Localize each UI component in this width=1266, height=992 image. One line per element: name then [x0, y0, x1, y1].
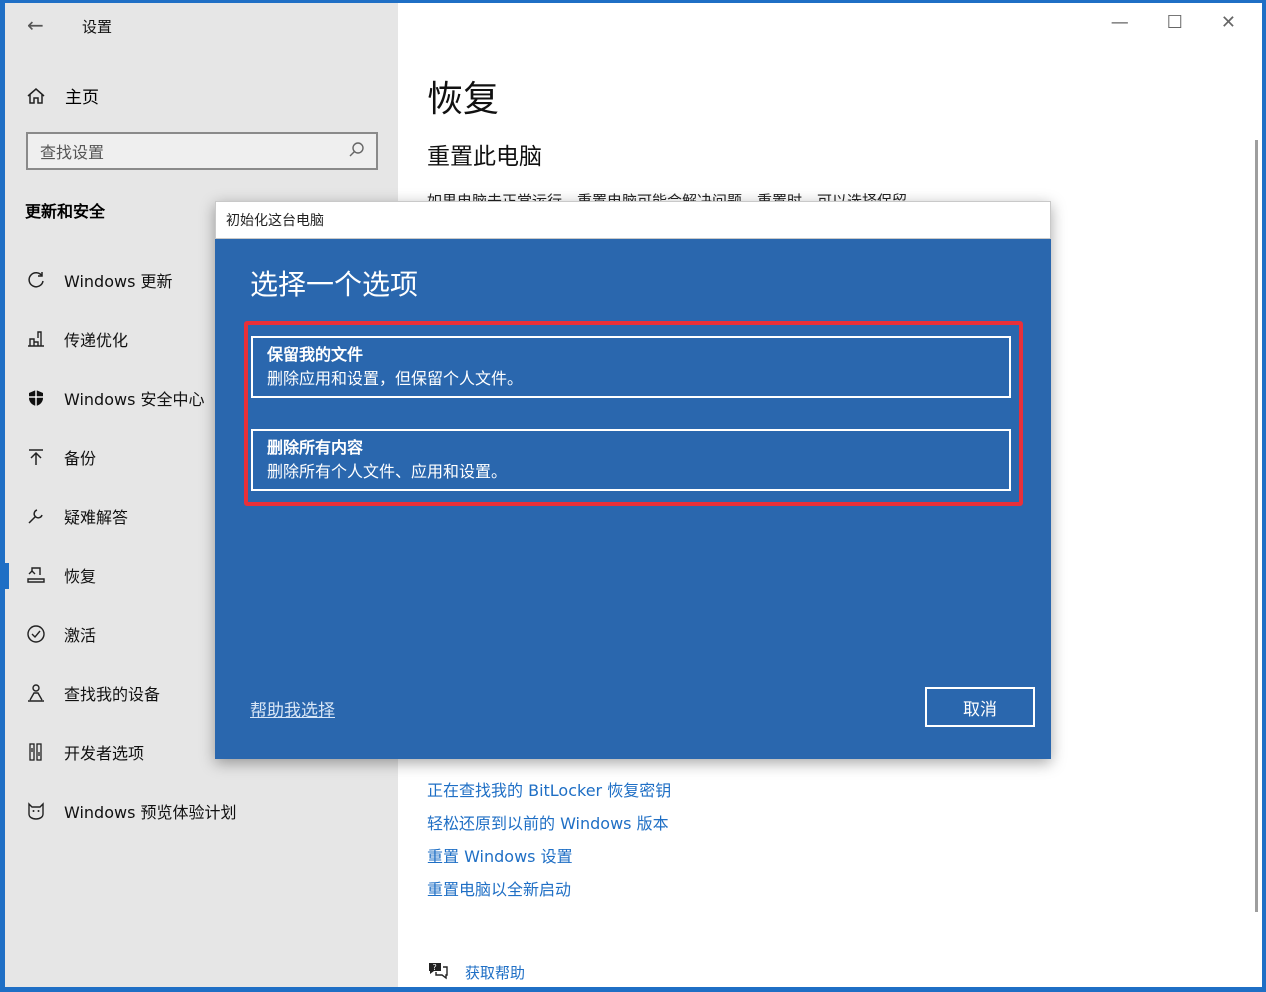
shield-icon [25, 387, 47, 409]
sidebar-item-label: 传递优化 [64, 331, 129, 350]
dialog-title: 初始化这台电脑 [226, 213, 324, 229]
sidebar-item-windows-insider[interactable]: Windows 预览体验计划 [5, 791, 395, 831]
sidebar-item-label: 恢复 [64, 567, 97, 586]
help-chat-icon: ? [427, 960, 449, 984]
refresh-icon [25, 269, 47, 291]
related-links: 正在查找我的 BitLocker 恢复密钥 轻松还原到以前的 Windows 版… [427, 779, 671, 911]
back-arrow-icon[interactable]: ← [27, 13, 44, 37]
close-button[interactable]: ✕ [1221, 12, 1236, 33]
sidebar-item-label: Windows 安全中心 [64, 390, 205, 409]
sidebar-item-label: 开发者选项 [64, 744, 145, 763]
sidebar-item-label: 备份 [64, 449, 97, 468]
sidebar-item-label: 激活 [64, 626, 97, 645]
option-keep-my-files[interactable]: 保留我的文件 删除应用和设置，但保留个人文件。 [251, 336, 1011, 398]
section-heading: 重置此电脑 [427, 144, 542, 170]
link-bitlocker-key[interactable]: 正在查找我的 BitLocker 恢复密钥 [427, 779, 671, 812]
check-circle-icon [25, 623, 47, 645]
developer-icon [25, 741, 47, 763]
sidebar-item-label: 疑难解答 [64, 508, 129, 527]
search-input[interactable]: 查找设置 [26, 132, 378, 170]
delivery-icon [25, 328, 47, 350]
search-placeholder: 查找设置 [40, 143, 105, 162]
window-controls: — ☐ ✕ [1111, 12, 1236, 33]
dialog-titlebar: 初始化这台电脑 [215, 201, 1051, 239]
wrench-icon [25, 505, 47, 527]
help-me-choose-link[interactable]: 帮助我选择 [250, 696, 335, 721]
minimize-button[interactable]: — [1111, 12, 1129, 33]
backup-arrow-icon [25, 446, 47, 468]
option-title: 删除所有内容 [267, 438, 364, 457]
sidebar-item-label: Windows 更新 [64, 272, 173, 291]
window-title: 设置 [82, 18, 113, 36]
section-title: 更新和安全 [25, 202, 106, 221]
option-description: 删除所有个人文件、应用和设置。 [267, 462, 508, 481]
page-title: 恢复 [427, 79, 500, 120]
get-help-link[interactable]: ? 获取帮助 [427, 960, 525, 984]
recovery-icon [25, 564, 47, 586]
home-nav-item[interactable]: 主页 [25, 83, 99, 108]
home-label: 主页 [65, 88, 99, 108]
svg-text:?: ? [433, 963, 437, 972]
scrollbar[interactable] [1255, 140, 1258, 912]
option-description: 删除应用和设置，但保留个人文件。 [267, 369, 524, 388]
option-remove-everything[interactable]: 删除所有内容 删除所有个人文件、应用和设置。 [251, 429, 1011, 491]
dialog-heading: 选择一个选项 [250, 268, 419, 301]
person-locate-icon [25, 682, 47, 704]
link-restore-previous-windows[interactable]: 轻松还原到以前的 Windows 版本 [427, 812, 671, 845]
reset-pc-dialog: 初始化这台电脑 选择一个选项 保留我的文件 删除应用和设置，但保留个人文件。 删… [215, 201, 1051, 759]
get-help-label: 获取帮助 [465, 963, 526, 982]
cancel-button[interactable]: 取消 [925, 687, 1035, 727]
link-reset-windows-settings[interactable]: 重置 Windows 设置 [427, 845, 671, 878]
maximize-button[interactable]: ☐ [1167, 12, 1183, 33]
sidebar-item-label: Windows 预览体验计划 [64, 803, 237, 822]
search-icon[interactable] [348, 141, 366, 163]
option-title: 保留我的文件 [267, 345, 364, 364]
link-fresh-start[interactable]: 重置电脑以全新启动 [427, 878, 671, 911]
home-icon [25, 85, 47, 107]
insider-cat-icon [25, 800, 47, 822]
sidebar-item-label: 查找我的设备 [64, 685, 161, 704]
